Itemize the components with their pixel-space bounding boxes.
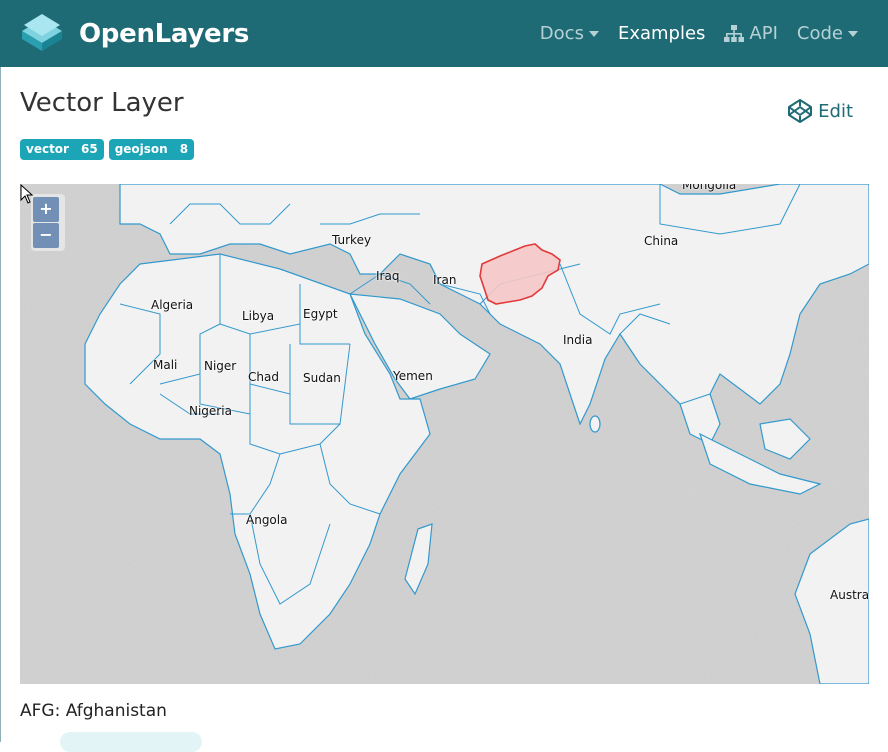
label-egypt: Egypt bbox=[303, 307, 338, 321]
tag-label: geojson bbox=[114, 142, 168, 156]
label-angola: Angola bbox=[246, 513, 288, 527]
nav-api-label: API bbox=[749, 23, 778, 44]
code-block-edge bbox=[60, 732, 202, 752]
nav-code[interactable]: Code bbox=[797, 23, 858, 44]
label-niger: Niger bbox=[204, 359, 237, 373]
codepen-icon bbox=[788, 99, 813, 123]
label-turkey: Turkey bbox=[332, 233, 372, 247]
label-australia: Austra bbox=[830, 588, 869, 602]
tag-count: 65 bbox=[80, 142, 98, 156]
map-viewport[interactable]: + − Mongolia Turkey China Iraq Iran Alge… bbox=[20, 184, 869, 684]
chevron-down-icon bbox=[588, 30, 599, 37]
label-iran: Iran bbox=[433, 273, 457, 287]
edit-button[interactable]: Edit bbox=[787, 98, 853, 124]
mouse-pointer-icon bbox=[20, 184, 34, 204]
main-nav: Docs Examples API Code bbox=[521, 0, 858, 67]
label-iraq: Iraq bbox=[376, 269, 400, 283]
label-chad: Chad bbox=[248, 370, 279, 384]
label-mongolia: Mongolia bbox=[682, 184, 737, 192]
sri-lanka-land bbox=[589, 415, 601, 433]
nav-code-label: Code bbox=[796, 23, 843, 44]
tag-vector[interactable]: vector 65 bbox=[20, 139, 104, 160]
nav-docs-label: Docs bbox=[539, 23, 584, 44]
page-title: Vector Layer bbox=[20, 88, 184, 118]
nav-examples-label: Examples bbox=[617, 23, 706, 44]
tag-geojson[interactable]: geojson 8 bbox=[108, 139, 195, 160]
feature-info: AFG: Afghanistan bbox=[20, 701, 167, 721]
edit-label: Edit bbox=[818, 100, 853, 122]
brand-link[interactable]: OpenLayers bbox=[18, 10, 249, 58]
label-mali: Mali bbox=[153, 358, 178, 372]
label-algeria: Algeria bbox=[151, 298, 194, 312]
tag-list: vector 65 geojson 8 bbox=[20, 139, 199, 160]
top-navbar: OpenLayers Docs Examples API Code bbox=[0, 0, 888, 67]
label-india: India bbox=[563, 333, 593, 347]
openlayers-logo-icon bbox=[22, 13, 62, 51]
sitemap-icon bbox=[724, 24, 745, 42]
label-yemen: Yemen bbox=[393, 369, 433, 383]
nav-api[interactable]: API bbox=[724, 23, 778, 44]
label-libya: Libya bbox=[242, 309, 275, 323]
label-sudan: Sudan bbox=[303, 371, 341, 385]
tag-label: vector bbox=[26, 142, 69, 156]
tag-count: 8 bbox=[179, 142, 189, 156]
zoom-out-button[interactable]: − bbox=[33, 223, 59, 248]
nav-examples[interactable]: Examples bbox=[618, 23, 705, 44]
zoom-in-button[interactable]: + bbox=[33, 197, 59, 222]
label-nigeria: Nigeria bbox=[189, 404, 232, 418]
nav-docs[interactable]: Docs bbox=[540, 23, 599, 44]
brand-name: OpenLayers bbox=[79, 18, 250, 49]
chevron-down-icon bbox=[848, 30, 858, 37]
label-china: China bbox=[644, 234, 679, 248]
window-edge bbox=[0, 67, 1, 742]
world-map[interactable] bbox=[20, 184, 869, 684]
zoom-control: + − bbox=[31, 194, 65, 251]
